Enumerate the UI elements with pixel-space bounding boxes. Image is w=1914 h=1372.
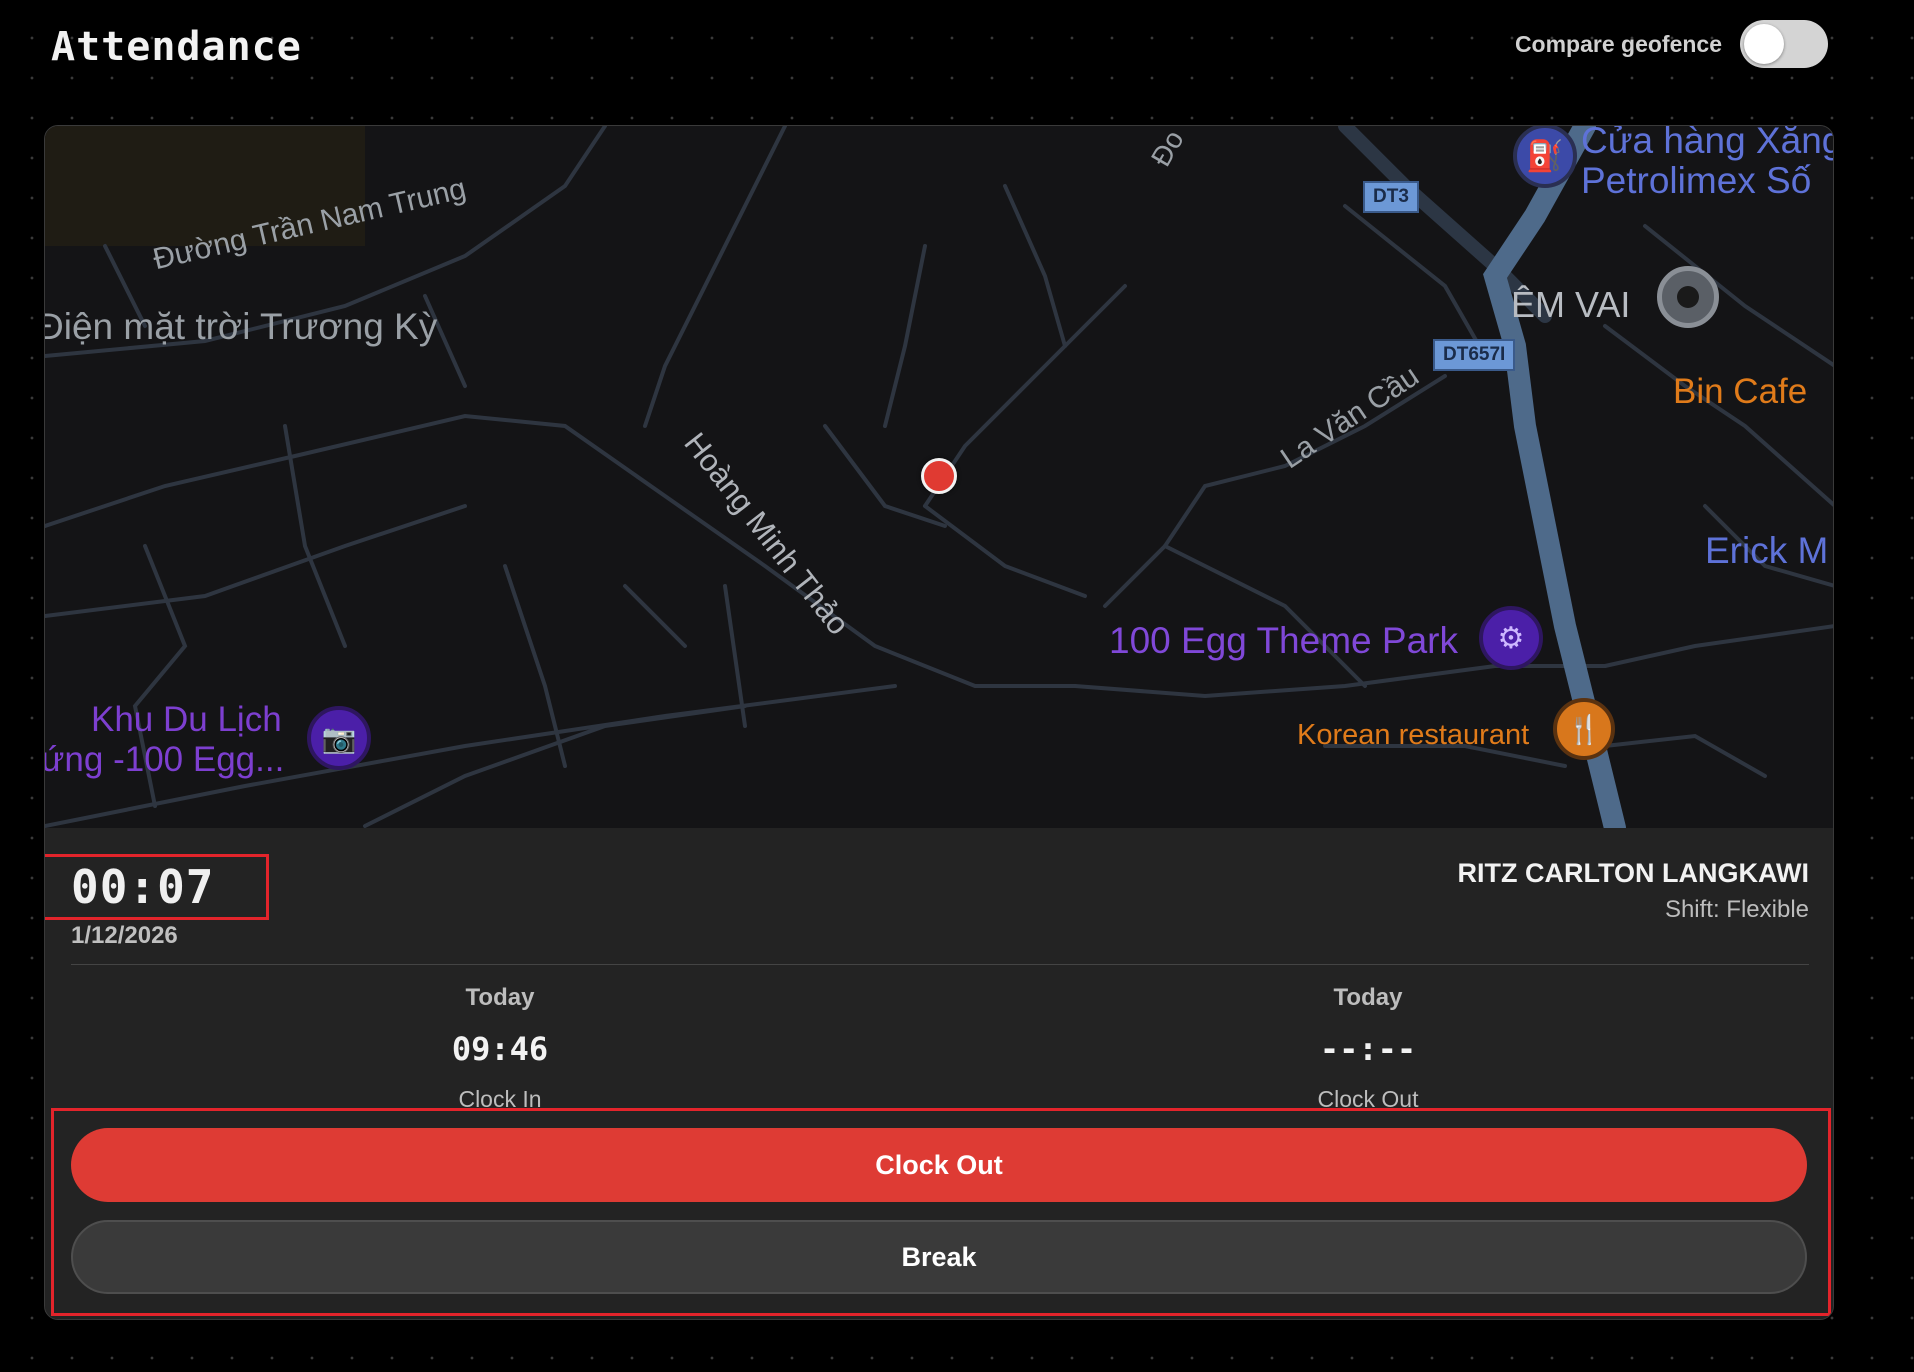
theme-park-icon[interactable]: ⚙: [1479, 606, 1543, 670]
clock-in-stat: Today 09:46 Clock In: [350, 984, 650, 1113]
break-button[interactable]: Break: [71, 1220, 1807, 1294]
toggle-knob: [1744, 24, 1784, 64]
map[interactable]: Đường Trần Nam Trung Điện mặt trời Trươn…: [45, 126, 1834, 828]
restaurant-icon[interactable]: 🍴: [1553, 698, 1615, 760]
clock-out-stat: Today --:-- Clock Out: [1218, 984, 1518, 1113]
road-shield-dt657i: DT657I: [1433, 339, 1516, 371]
geofence-compare-control: Compare geofence: [1515, 20, 1828, 68]
map-label-poi: Petrolimex Số: [1581, 160, 1812, 201]
elapsed-timer: 00:07: [71, 860, 215, 914]
attendance-info: 00:07 1/12/2026 RITZ CARLTON LANGKAWI Sh…: [45, 828, 1833, 1319]
map-label-poi: Bin Cafe: [1673, 372, 1808, 411]
clock-out-button[interactable]: Clock Out: [71, 1128, 1807, 1202]
gas-station-icon[interactable]: ⛽: [1513, 126, 1577, 188]
map-label-poi: Điện mặt trời Trương Kỳ: [45, 306, 438, 347]
map-label-poi: Cửa hàng Xăng: [1581, 126, 1834, 161]
clock-in-time: 09:46: [451, 1030, 549, 1068]
location-pin-icon[interactable]: [1657, 266, 1719, 328]
map-label-poi: ÊM VAI: [1511, 284, 1631, 325]
current-location-marker: [921, 458, 957, 494]
divider: [71, 964, 1809, 965]
pin-dot: [1677, 286, 1699, 308]
map-label-poi: Khu Du Lịch: [91, 700, 282, 739]
location-name: RITZ CARLTON LANGKAWI: [1457, 858, 1809, 888]
attendance-date: 1/12/2026: [71, 922, 178, 949]
clock-in-day: Today: [465, 984, 535, 1011]
clock-out-time: --:--: [1319, 1030, 1417, 1068]
attendance-card: Đường Trần Nam Trung Điện mặt trời Trươn…: [44, 125, 1834, 1320]
map-label-poi: Erick M: [1705, 530, 1829, 571]
geofence-toggle[interactable]: [1740, 20, 1828, 68]
map-label-poi: 100 Egg Theme Park: [1109, 620, 1458, 661]
shift-info: Shift: Flexible: [1664, 896, 1809, 923]
road-shield-dt3: DT3: [1363, 181, 1419, 213]
map-label-poi: ứng -100 Egg...: [45, 740, 285, 779]
geofence-label: Compare geofence: [1514, 30, 1722, 57]
clock-out-day: Today: [1333, 984, 1403, 1011]
map-label-poi: Korean restaurant: [1297, 719, 1530, 751]
page-title: Attendance: [51, 24, 302, 70]
camera-icon[interactable]: 📷: [307, 706, 371, 770]
